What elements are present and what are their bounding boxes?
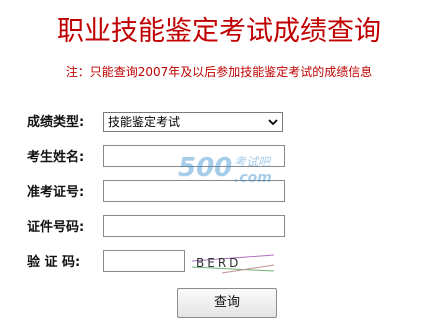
cert-label: 证件号码: [27,220,85,235]
name-label: 考生姓名: [27,150,85,165]
score-type-select[interactable]: 技能鉴定考试 [103,112,283,132]
submit-query-button[interactable]: 查询 [177,288,277,318]
type-label: 成绩类型: [27,115,85,130]
score-type-value: 技能鉴定考试 [108,115,181,129]
chevron-down-icon [268,119,278,126]
watermark-domain: .com [234,170,272,186]
captcha-image[interactable]: BERD [192,251,274,275]
site-watermark: 500 考试吧 .com [178,153,272,186]
certificate-number-field[interactable] [103,215,285,237]
captcha-input[interactable] [103,250,185,272]
watermark-brand: 考试吧 [234,155,272,169]
page-title: 职业技能鉴定考试成绩查询 [57,16,381,47]
query-note: 注：只能查询2007年及以后参加技能鉴定考试的成绩信息 [65,65,373,79]
captcha-text: BERD [196,256,241,270]
ticket-label: 准考证号: [27,185,85,200]
captcha-label: 验 证 码: [27,255,81,270]
watermark-number: 500 [178,153,232,183]
